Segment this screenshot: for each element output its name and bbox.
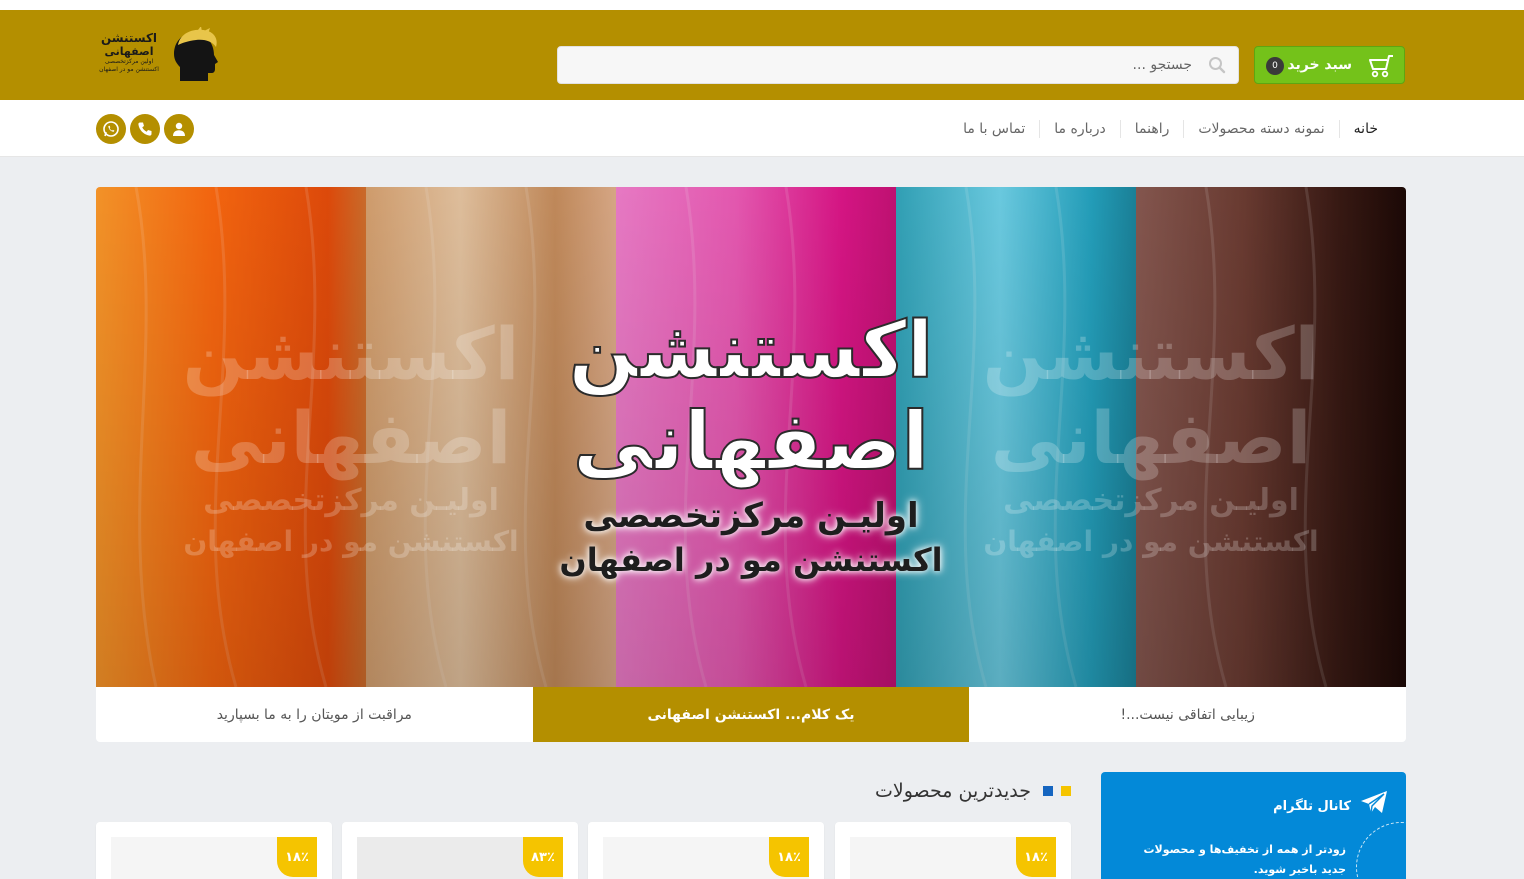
cart-button[interactable]: سبد خرید 0 [1254, 46, 1405, 84]
hero-slider[interactable]: اکستنشن اصفهانی اولیـن مرکزتخصصی اکستنشن… [96, 187, 1406, 687]
product-card[interactable]: ۸۳٪ [342, 822, 578, 879]
user-button[interactable] [164, 114, 194, 144]
title-square-yellow [1061, 786, 1071, 796]
slider-subline-2: اکستنشن مو در اصفهان [559, 541, 943, 579]
search-box [557, 46, 1239, 84]
telegram-description: زودتر از همه از تخفیف‌ها و محصولات جدید … [1143, 843, 1346, 876]
nav-menu: خانه نمونه دسته محصولات راهنما درباره ما… [949, 100, 1392, 157]
main-nav: خانه نمونه دسته محصولات راهنما درباره ما… [0, 100, 1524, 157]
nav-item-guide[interactable]: راهنما [1119, 119, 1184, 138]
user-icon [173, 122, 185, 136]
top-strip [0, 0, 1524, 10]
nav-item-about[interactable]: درباره ما [1039, 119, 1119, 138]
logo-line2: اصفهانی [104, 45, 154, 58]
logo-line3: اولین مرکزتخصصی [104, 58, 154, 65]
product-card[interactable]: ۱۸٪ [835, 822, 1071, 879]
telegram-channel-box[interactable]: کانال تلگرام زودتر از همه از تخفیف‌ها و … [1101, 772, 1406, 879]
logo-line4: اکستنشن مو در اصفهان [99, 66, 159, 73]
decorative-curve [1356, 822, 1406, 879]
slider-subline-1: اولیـن مرکزتخصصی [583, 496, 919, 536]
nav-item-contact[interactable]: تماس با ما [949, 120, 1039, 138]
telegram-title: کانال تلگرام [1273, 799, 1351, 814]
slider-headline-1: اکستنشن [568, 305, 935, 397]
phone-button[interactable] [130, 114, 160, 144]
cart-icon [1369, 55, 1393, 78]
nav-item-home[interactable]: خانه [1338, 119, 1392, 138]
social-links [96, 114, 194, 144]
title-square-blue [1043, 786, 1053, 796]
search-input[interactable] [558, 47, 1198, 83]
slider-tabs: زیبایی اتفاقی نیست...! یک کلام... اکستنش… [96, 687, 1406, 742]
search-icon[interactable] [1208, 56, 1226, 74]
site-header: اکستنشن اصفهانی اولین مرکزتخصصی اکستنشن … [0, 10, 1524, 100]
slider-tab-2[interactable]: یک کلام... اکستنشن اصفهانی [532, 687, 970, 742]
cart-count-badge: 0 [1266, 57, 1284, 75]
whatsapp-icon [103, 121, 119, 137]
slider-tab-1[interactable]: زیبایی اتفاقی نیست...! [969, 687, 1406, 742]
slider-watermark-right: اکستنشن اصفهانی اولیـن مرکزتخصصی اکستنشن… [982, 312, 1320, 558]
head-silhouette-icon [174, 27, 218, 81]
slider-tab-3[interactable]: مراقبت از مویتان را به ما بسپارید [96, 687, 533, 742]
discount-badge: ۱۸٪ [769, 837, 809, 877]
slider-headline-2: اصفهانی [572, 395, 930, 488]
site-logo[interactable]: اکستنشن اصفهانی اولین مرکزتخصصی اکستنشن … [96, 27, 220, 83]
product-card[interactable]: ۱۸٪ [588, 822, 824, 879]
logo-line1: اکستنشن [100, 31, 158, 45]
cart-label: سبد خرید [1287, 57, 1352, 73]
whatsapp-button[interactable] [96, 114, 126, 144]
slider-watermark-left: اکستنشن اصفهانی اولیـن مرکزتخصصی اکستنشن… [182, 312, 520, 558]
logo-text: اکستنشن اصفهانی اولین مرکزتخصصی اکستنشن … [96, 31, 162, 74]
product-card[interactable]: ۱۸٪ [96, 822, 332, 879]
nav-item-categories[interactable]: نمونه دسته محصولات [1183, 119, 1338, 138]
discount-badge: ۸۳٪ [523, 837, 563, 877]
latest-products-heading: جدیدترین محصولات [875, 780, 1071, 802]
discount-badge: ۱۸٪ [1016, 837, 1056, 877]
latest-products-title: جدیدترین محصولات [875, 780, 1031, 802]
phone-icon [138, 122, 152, 136]
telegram-icon [1361, 791, 1387, 814]
discount-badge: ۱۸٪ [277, 837, 317, 877]
slider-headline: اکستنشن اصفهانی اولیـن مرکزتخصصی اکستنشن… [526, 305, 976, 581]
